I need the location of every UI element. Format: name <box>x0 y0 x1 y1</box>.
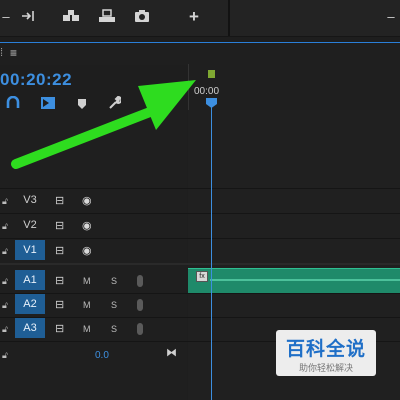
solo-button[interactable]: S <box>111 300 117 310</box>
lift-icon[interactable] <box>60 9 82 25</box>
sync-lock-icon[interactable]: ⊟ <box>55 298 64 311</box>
track-target-v2[interactable]: V2 <box>15 215 45 235</box>
track-target-a2[interactable]: A2 <box>15 294 45 314</box>
lock-icon[interactable]: 🔓︎ <box>2 246 8 257</box>
video-audio-divider <box>0 263 400 265</box>
audio-waveform <box>210 279 400 281</box>
microphone-icon[interactable] <box>137 275 143 287</box>
add-icon[interactable]: + <box>186 8 202 25</box>
track-target-v1[interactable]: V1 <box>15 240 45 260</box>
track-header-a1: 🔓︎ A1 ⊟ M S <box>0 270 187 292</box>
master-volume-value[interactable]: 0.0 <box>95 350 109 361</box>
separator-icon: – <box>387 9 395 24</box>
track-divider <box>0 213 400 214</box>
track-header-a2: 🔓︎ A2 ⊟ M S <box>0 294 187 316</box>
watermark-logo: 百科全说 助你轻松解决 <box>276 330 376 376</box>
track-header-v3: 🔓︎ V3 ⊟ ◉ <box>0 190 187 212</box>
mute-button[interactable]: M <box>83 300 91 310</box>
timeline-toolbar: – + – <box>0 0 400 37</box>
ripple-edit-icon[interactable] <box>20 9 38 25</box>
track-divider <box>0 188 400 189</box>
track-target-a1[interactable]: A1 <box>15 270 45 290</box>
solo-button[interactable]: S <box>111 276 117 286</box>
time-ruler[interactable] <box>188 64 400 110</box>
sync-lock-icon[interactable]: ⊟ <box>55 322 64 335</box>
watermark-subtitle: 助你轻松解决 <box>298 363 353 373</box>
track-header-v1: 🔓︎ V1 ⊟ ◉ <box>0 240 187 262</box>
camera-icon[interactable] <box>133 9 151 25</box>
track-divider <box>0 238 400 239</box>
sync-lock-icon[interactable]: ⊟ <box>55 194 64 207</box>
annotation-arrow-icon <box>11 80 196 169</box>
go-to-in-out-icon[interactable]: ⧓ <box>166 346 177 359</box>
extract-icon[interactable] <box>96 9 118 25</box>
track-target-v3[interactable]: V3 <box>15 190 45 210</box>
lock-icon[interactable]: 🔓︎ <box>2 324 8 335</box>
lock-icon[interactable]: 🔓︎ <box>2 276 8 287</box>
eye-icon[interactable]: ◉ <box>82 244 92 257</box>
fx-badge-icon: fx <box>196 271 208 282</box>
track-target-a3[interactable]: A3 <box>15 318 45 338</box>
lock-icon[interactable]: 🔓︎ <box>2 350 8 361</box>
track-header-v2: 🔓︎ V2 ⊟ ◉ <box>0 215 187 237</box>
panel-grip: ⁞ <box>0 47 4 59</box>
sequence-marker[interactable] <box>208 70 215 78</box>
sync-lock-icon[interactable]: ⊟ <box>55 219 64 232</box>
mute-button[interactable]: M <box>83 276 91 286</box>
sync-lock-icon[interactable]: ⊟ <box>55 244 64 257</box>
watermark-title: 百科全说 <box>285 339 366 360</box>
microphone-icon[interactable] <box>137 299 143 311</box>
playhead-line[interactable] <box>211 100 212 400</box>
solo-button[interactable]: S <box>111 324 117 334</box>
toolbar-divider <box>228 0 230 36</box>
lock-icon[interactable]: 🔓︎ <box>2 300 8 311</box>
eye-icon[interactable]: ◉ <box>82 219 92 232</box>
sync-lock-icon[interactable]: ⊟ <box>55 274 64 287</box>
mute-button[interactable]: M <box>83 324 91 334</box>
track-header-a3: 🔓︎ A3 ⊟ M S <box>0 318 187 340</box>
lock-icon[interactable]: 🔓︎ <box>2 221 8 232</box>
panel-menu-icon[interactable]: ≡ <box>10 46 17 60</box>
timeline-panel-header: ⁞ ≡ <box>0 42 400 65</box>
eye-icon[interactable]: ◉ <box>82 194 92 207</box>
lock-icon[interactable]: 🔓︎ <box>2 196 8 207</box>
separator-icon: – <box>2 9 10 24</box>
microphone-icon[interactable] <box>137 323 143 335</box>
